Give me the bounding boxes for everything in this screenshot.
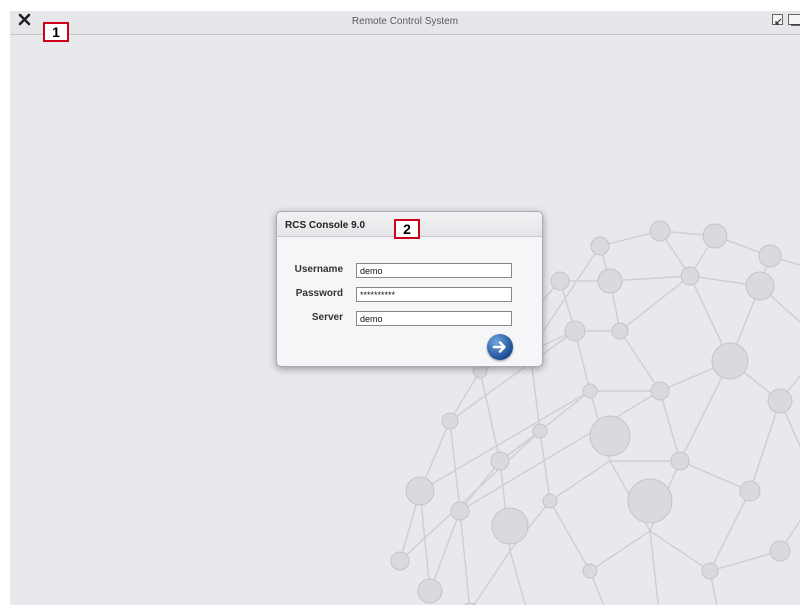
username-label: Username [294, 264, 343, 275]
arrow-right-icon [492, 341, 506, 353]
callout-marker-2: 2 [394, 219, 420, 239]
password-label: Password [295, 288, 343, 299]
minimize-window-icon[interactable] [788, 14, 800, 26]
window-title: Remote Control System [351, 16, 459, 27]
dialog-title: RCS Console 9.0 [285, 220, 366, 231]
title-bar: Remote Control System [10, 11, 800, 35]
password-input[interactable] [356, 287, 512, 302]
username-input[interactable] [356, 263, 512, 278]
login-submit-button[interactable] [487, 334, 513, 360]
server-input[interactable] [356, 311, 512, 326]
callout-marker-1: 1 [43, 22, 69, 42]
restore-window-icon[interactable] [772, 14, 783, 25]
server-label: Server [311, 312, 343, 323]
